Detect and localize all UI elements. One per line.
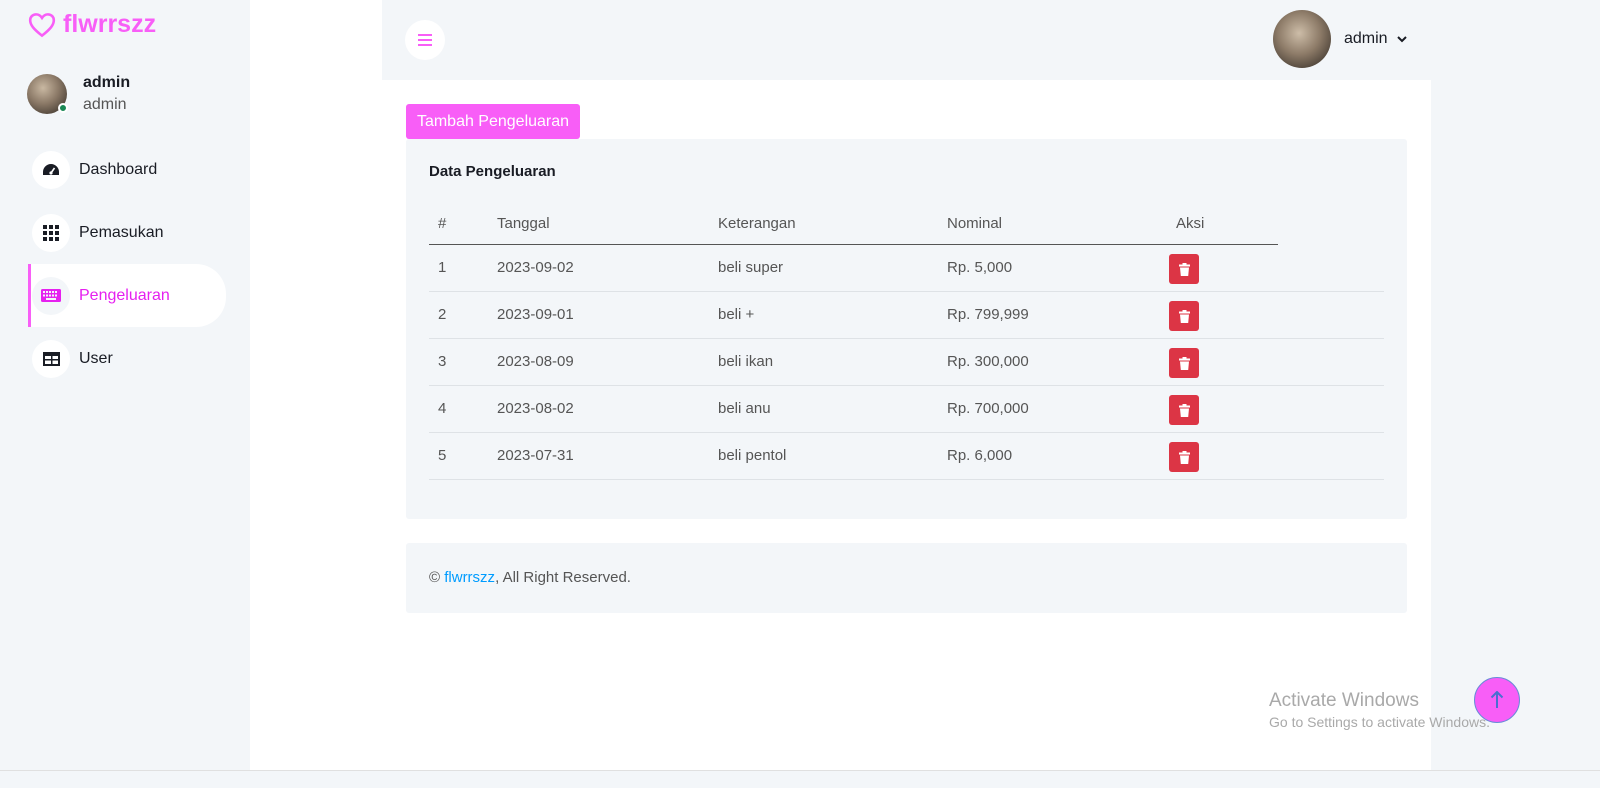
profile-role: admin: [83, 96, 127, 113]
column-header-aksi: Aksi: [1176, 215, 1205, 232]
hamburger-icon: [418, 34, 432, 46]
cell-no: 1: [438, 259, 447, 276]
trash-icon: [1178, 356, 1190, 370]
sidebar-item-pengeluaran[interactable]: Pengeluaran: [28, 264, 226, 327]
cell-keterangan: beli anu: [718, 400, 771, 417]
table-row: 1 2023-09-02 beli super Rp. 5,000: [429, 245, 1384, 292]
online-status-dot: [58, 103, 68, 113]
column-header-no: #: [438, 215, 447, 232]
cell-nominal: Rp. 5,000: [947, 259, 1013, 276]
table-row: 5 2023-07-31 beli pentol Rp. 6,000: [429, 433, 1384, 480]
cell-no: 5: [438, 447, 447, 464]
footer: © flwrrszz, All Right Reserved.: [406, 543, 1407, 613]
sidebar-item-label: Dashboard: [79, 160, 158, 178]
tachometer-icon: [32, 150, 70, 189]
cell-tanggal: 2023-08-02: [497, 400, 574, 417]
grid-icon: [32, 213, 70, 252]
avatar: [27, 74, 68, 114]
copyright-symbol: ©: [429, 569, 441, 586]
profile-name: admin: [83, 74, 131, 91]
cell-no: 3: [438, 353, 447, 370]
heart-outline-icon: [28, 12, 56, 37]
user-menu-dropdown[interactable]: admin: [1273, 10, 1408, 68]
delete-button[interactable]: [1169, 301, 1199, 331]
user-menu-name: admin: [1344, 30, 1388, 47]
table-row: 4 2023-08-02 beli anu Rp. 700,000: [429, 386, 1384, 433]
chevron-down-icon: [1396, 36, 1407, 43]
data-card: Data Pengeluaran # Tanggal Keterangan No…: [406, 139, 1407, 519]
sidebar-item-label: Pemasukan: [79, 223, 164, 241]
delete-button[interactable]: [1169, 395, 1199, 425]
column-header-tanggal: Tanggal: [497, 215, 550, 232]
cell-keterangan: beli pentol: [718, 447, 787, 464]
trash-icon: [1178, 309, 1190, 323]
arrow-up-icon: [1490, 691, 1504, 708]
brand-name: flwrrszz: [63, 10, 157, 38]
windows-activation-watermark: Activate Windows Go to Settings to activ…: [1269, 690, 1490, 730]
cell-tanggal: 2023-07-31: [497, 447, 574, 464]
trash-icon: [1178, 403, 1190, 417]
back-to-top-button[interactable]: [1474, 677, 1520, 723]
avatar: [1273, 10, 1331, 68]
trash-icon: [1178, 262, 1190, 276]
delete-button[interactable]: [1169, 348, 1199, 378]
column-header-nominal: Nominal: [947, 215, 1003, 232]
brand-logo[interactable]: flwrrszz: [27, 10, 156, 39]
cell-no: 4: [438, 400, 447, 417]
cell-keterangan: beli super: [718, 259, 784, 276]
cell-tanggal: 2023-09-01: [497, 306, 574, 323]
cell-keterangan: beli ikan: [718, 353, 774, 370]
sidebar-toggle-button[interactable]: [405, 20, 445, 60]
delete-button[interactable]: [1169, 442, 1199, 472]
cell-keterangan: beli +: [718, 306, 755, 323]
footer-text: , All Right Reserved.: [495, 569, 631, 586]
sidebar-nav: Dashboard Pemasukan Pengeluaran User: [28, 138, 226, 390]
sidebar-item-pemasukan[interactable]: Pemasukan: [28, 201, 226, 264]
sidebar: flwrrszz admin admin Dashboard Pemasukan: [0, 0, 250, 770]
cell-nominal: Rp. 700,000: [947, 400, 1029, 417]
sidebar-item-label: Pengeluaran: [79, 286, 170, 304]
column-header-keterangan: Keterangan: [718, 215, 796, 232]
keyboard-icon: [32, 276, 70, 315]
sidebar-item-label: User: [79, 349, 113, 367]
cell-no: 2: [438, 306, 447, 323]
table-icon: [32, 339, 70, 378]
cell-tanggal: 2023-08-09: [497, 353, 574, 370]
table-row: 3 2023-08-09 beli ikan Rp. 300,000: [429, 339, 1384, 386]
watermark-subtitle: Go to Settings to activate Windows.: [1269, 714, 1490, 730]
table-header: # Tanggal Keterangan Nominal Aksi: [429, 215, 1278, 245]
add-pengeluaran-button[interactable]: Tambah Pengeluaran: [406, 104, 580, 139]
card-title: Data Pengeluaran: [429, 163, 556, 180]
cell-nominal: Rp. 799,999: [947, 306, 1029, 323]
cell-nominal: Rp. 300,000: [947, 353, 1029, 370]
sidebar-item-user[interactable]: User: [28, 327, 226, 390]
table-row: 2 2023-09-01 beli + Rp. 799,999: [429, 292, 1384, 339]
sidebar-profile: admin admin: [27, 72, 130, 116]
cell-tanggal: 2023-09-02: [497, 259, 574, 276]
cell-nominal: Rp. 6,000: [947, 447, 1013, 464]
trash-icon: [1178, 450, 1190, 464]
delete-button[interactable]: [1169, 254, 1199, 284]
sidebar-item-dashboard[interactable]: Dashboard: [28, 138, 226, 201]
footer-brand-link[interactable]: flwrrszz: [444, 569, 495, 586]
window-bottom-edge: [0, 770, 1600, 788]
watermark-title: Activate Windows: [1269, 690, 1419, 711]
